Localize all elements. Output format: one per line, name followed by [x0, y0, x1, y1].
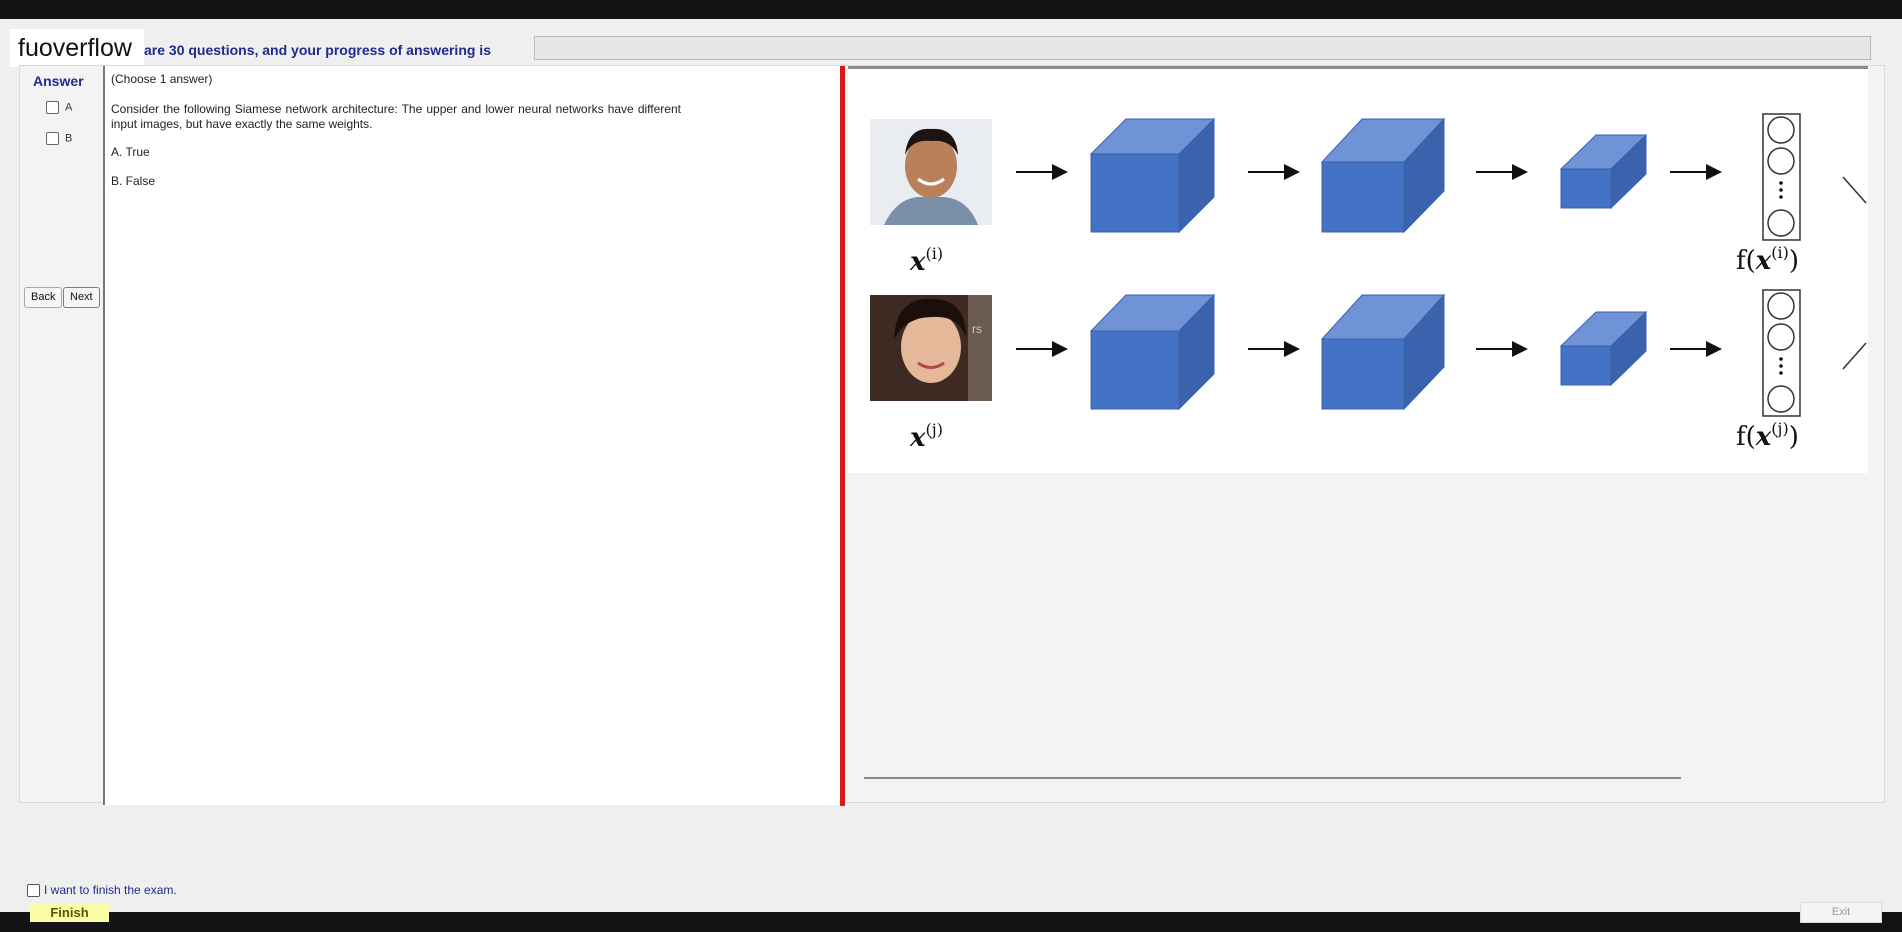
next-button[interactable]: Next	[63, 287, 100, 308]
progress-text: are 30 questions, and your progress of a…	[144, 42, 491, 58]
exit-button[interactable]: Exit	[1800, 902, 1882, 923]
answer-option-b[interactable]: B	[46, 132, 72, 145]
finish-checkbox-label: I want to finish the exam.	[44, 883, 177, 897]
label-x-j: x(j)	[909, 420, 943, 453]
finish-exam-checkbox[interactable]: I want to finish the exam.	[27, 883, 177, 898]
conv-block-top-1	[1089, 117, 1216, 234]
checkbox-b[interactable]	[46, 132, 59, 145]
checkbox-a[interactable]	[46, 101, 59, 114]
conv-block-bottom-1	[1089, 293, 1216, 411]
answer-title: Answer	[33, 73, 84, 89]
encoding-vector-bottom	[1762, 289, 1801, 417]
question-text: Consider the following Siamese network a…	[111, 102, 681, 131]
conv-block-bottom-3	[1559, 310, 1648, 387]
logo: fuoverflow	[10, 29, 144, 67]
progress-bar	[534, 36, 1871, 60]
finish-button[interactable]: Finish	[30, 903, 109, 922]
face-photo-top	[870, 119, 992, 225]
finish-checkbox-box[interactable]	[27, 884, 40, 898]
question-option-b: B. False	[111, 174, 156, 188]
label-x-i: x(i)	[909, 244, 943, 277]
siamese-diagram: rs x(i) f(x(i)) x(j) f(x(j))	[870, 113, 1867, 453]
label-f-x-j: f(x(j))	[1736, 419, 1799, 452]
question-image: rs x(i) f(x(i)) x(j) f(x(j))	[848, 66, 1868, 473]
top-bar: fuoverflow are 30 questions, and your pr…	[0, 19, 1902, 67]
conv-block-top-3	[1559, 133, 1648, 210]
exam-window: fuoverflow are 30 questions, and your pr…	[0, 19, 1902, 923]
conv-block-top-2	[1320, 117, 1446, 234]
face-photo-bottom	[870, 295, 992, 401]
question-pane: (Choose 1 answer) Consider the following…	[103, 66, 845, 805]
answer-option-a[interactable]: A	[46, 101, 72, 114]
question-choose: (Choose 1 answer)	[111, 72, 213, 86]
label-f-x-i: f(x(i))	[1736, 243, 1799, 276]
answer-option-a-label: A	[65, 101, 73, 114]
pane-splitter[interactable]	[840, 66, 845, 806]
photo-text-fragment: rs	[972, 322, 982, 336]
encoding-vector-top	[1762, 113, 1801, 241]
question-option-a: A. True	[111, 145, 150, 159]
answer-option-b-label: B	[65, 132, 73, 145]
back-button[interactable]: Back	[24, 287, 63, 308]
conv-block-bottom-2	[1320, 293, 1446, 411]
horizontal-scrollbar[interactable]	[864, 777, 1681, 779]
